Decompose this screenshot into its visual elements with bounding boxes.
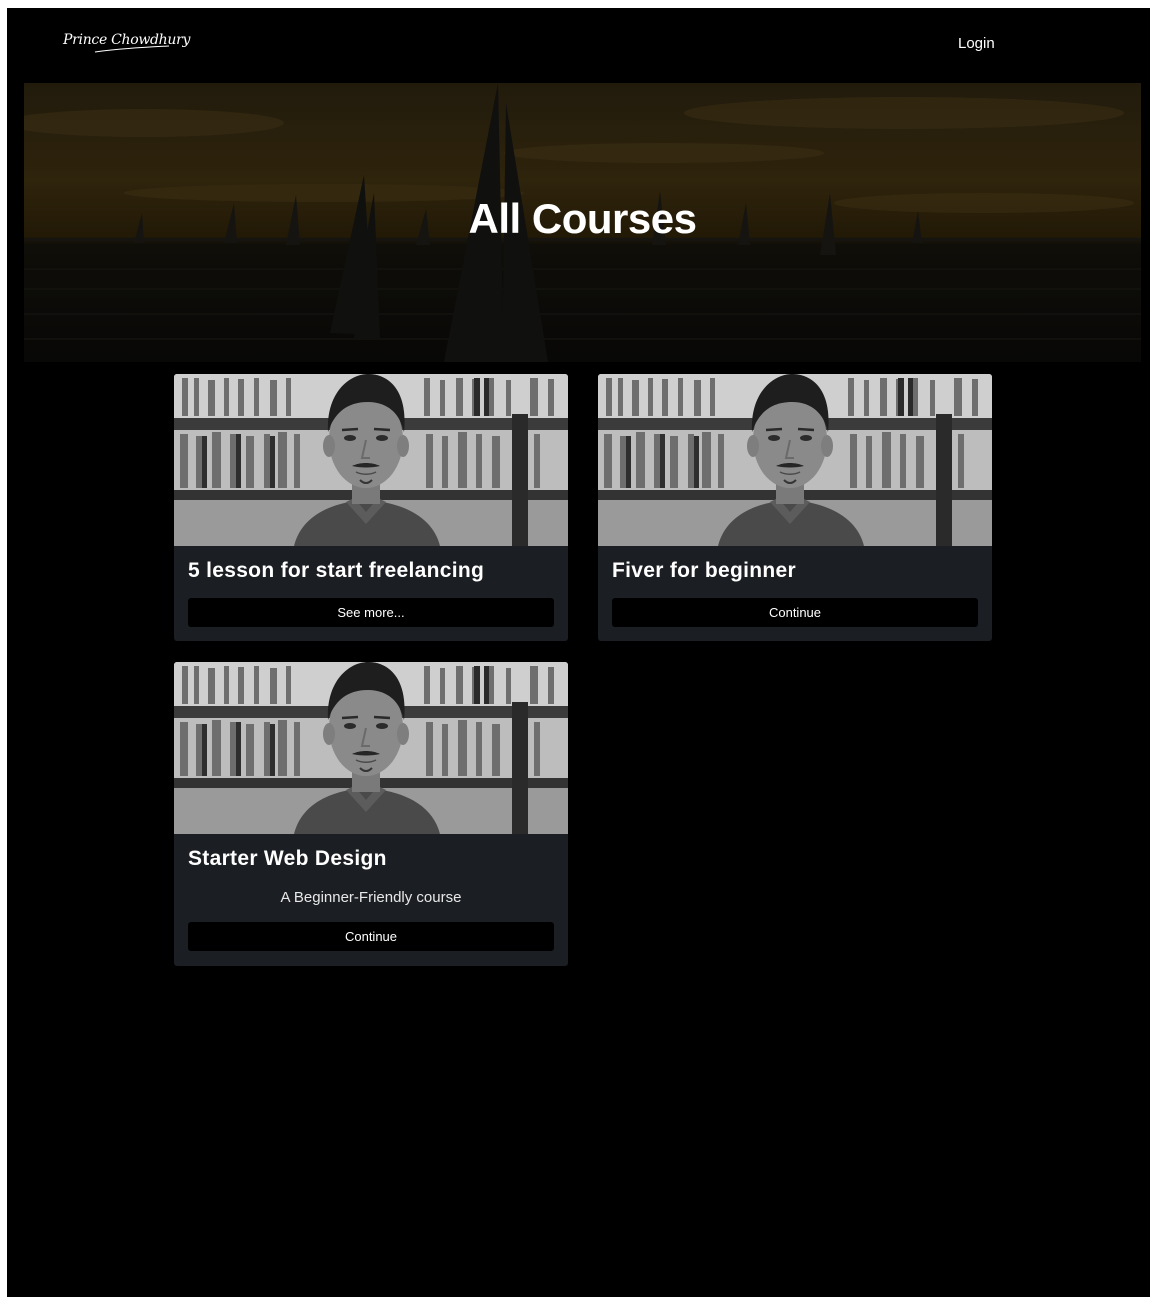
course-card: Fiver for beginner Continue (598, 374, 992, 641)
course-card: Starter Web Design A Beginner-Friendly c… (174, 662, 568, 966)
course-title: 5 lesson for start freelancing (188, 559, 485, 582)
course-thumbnail (174, 374, 568, 546)
course-card: 5 lesson for start freelancing See more.… (174, 374, 568, 641)
course-description: A Beginner-Friendly course (280, 889, 462, 906)
logo[interactable]: Prince Chowdhury (63, 30, 190, 60)
page: Prince Chowdhury Login All Courses 5 les… (7, 8, 1150, 1297)
login-link[interactable]: Login (958, 35, 995, 52)
see-more-button[interactable]: See more... (188, 598, 554, 627)
course-thumbnail (174, 662, 568, 834)
page-title: All Courses (468, 195, 697, 242)
course-title: Starter Web Design (188, 847, 387, 870)
navbar: Prince Chowdhury Login (7, 8, 1150, 83)
continue-button[interactable]: Continue (612, 598, 978, 627)
course-title: Fiver for beginner (612, 559, 796, 582)
hero-banner: All Courses (24, 83, 1141, 362)
logo-underline-icon (94, 45, 170, 53)
course-thumbnail (598, 374, 992, 546)
continue-button[interactable]: Continue (188, 922, 554, 951)
